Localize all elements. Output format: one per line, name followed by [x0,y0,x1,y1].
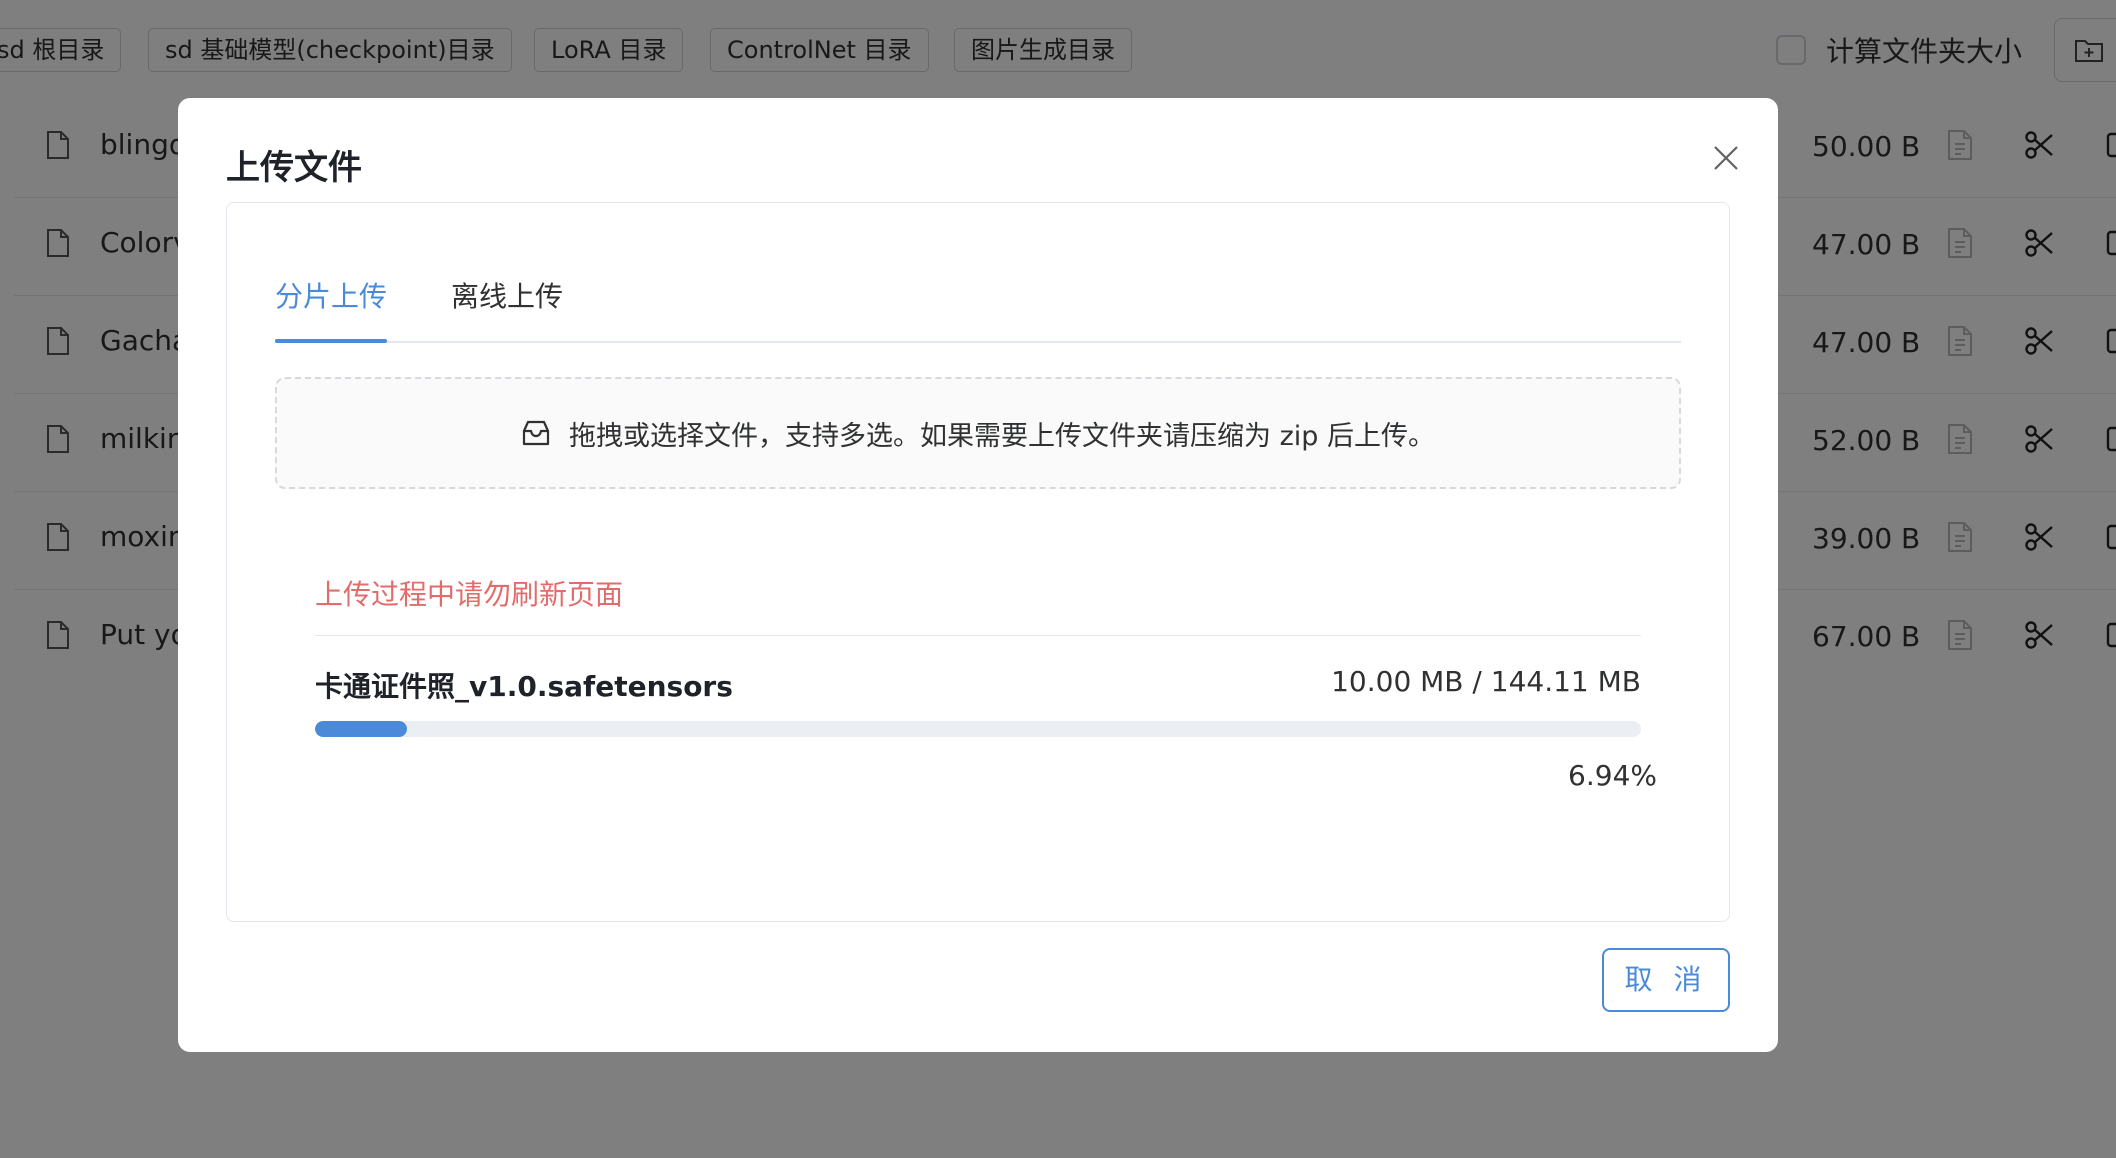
dropzone-hint: 拖拽或选择文件，支持多选。如果需要上传文件夹请压缩为 zip 后上传。 [569,420,1435,452]
upload-progress-bar [315,721,1641,737]
cancel-button[interactable]: 取 消 [1602,948,1730,1012]
tab-offline-upload[interactable]: 离线上传 [451,275,563,315]
dialog-title: 上传文件 [226,148,362,188]
upload-size-progress: 10.00 MB / 144.11 MB [1331,665,1641,698]
upload-card: 分片上传 离线上传 拖拽或选择文件，支持多选。如果需要上传文件夹请压缩为 zip… [226,202,1730,922]
active-tab-indicator [275,339,387,343]
inbox-icon [522,420,550,446]
upload-file-name: 卡通证件照_v1.0.safetensors [315,670,733,703]
file-dropzone[interactable]: 拖拽或选择文件，支持多选。如果需要上传文件夹请压缩为 zip 后上传。 [275,377,1681,489]
upload-warning: 上传过程中请勿刷新页面 [315,578,624,611]
tab-chunked-upload[interactable]: 分片上传 [275,275,387,315]
upload-progress-percent: 6.94% [1568,759,1657,792]
divider [315,635,1641,636]
upload-dialog: 上传文件 分片上传 离线上传 拖拽或选择文件，支持多选。如果需要上传文件夹请压缩… [178,98,1778,1052]
dialog-close-button[interactable] [1706,138,1746,178]
close-icon [1714,146,1738,170]
upload-tabs: 分片上传 离线上传 [275,203,1681,343]
upload-progress-fill [315,721,408,737]
